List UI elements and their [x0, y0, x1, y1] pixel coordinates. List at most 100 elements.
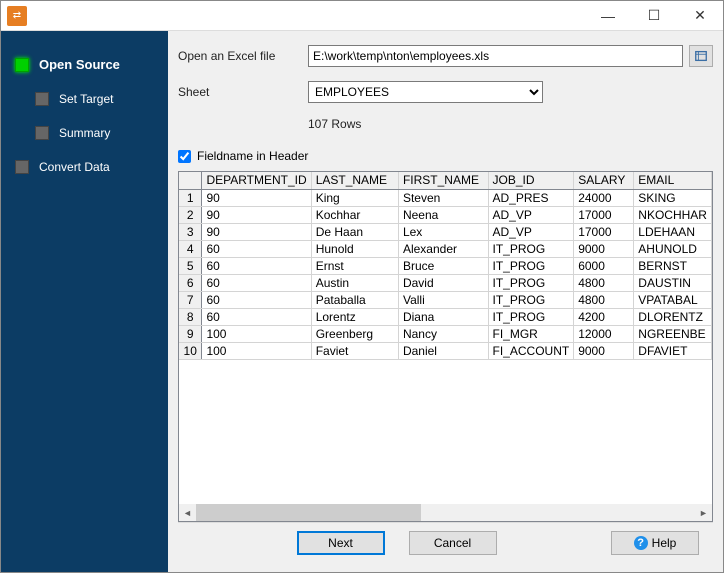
sidebar-item-convert-data[interactable]: Convert Data: [1, 154, 168, 180]
table-cell[interactable]: AD_VP: [488, 223, 574, 240]
table-cell[interactable]: Hunold: [311, 240, 398, 257]
table-row[interactable]: 390De HaanLexAD_VP17000LDEHAAN: [179, 223, 712, 240]
table-cell[interactable]: IT_PROG: [488, 291, 574, 308]
table-cell[interactable]: Kochhar: [311, 206, 398, 223]
table-cell[interactable]: Lex: [398, 223, 488, 240]
table-cell[interactable]: Nancy: [398, 325, 488, 342]
table-cell[interactable]: 24000: [574, 189, 634, 206]
table-cell[interactable]: 17000: [574, 206, 634, 223]
table-cell[interactable]: Greenberg: [311, 325, 398, 342]
table-cell[interactable]: NGREENBE: [634, 325, 712, 342]
main-panel: Open an Excel file Sheet EMPLOYEES 107 R…: [168, 31, 723, 572]
table-cell[interactable]: 6000: [574, 257, 634, 274]
table-row[interactable]: 10100FavietDanielFI_ACCOUNT9000DFAVIET: [179, 342, 712, 359]
table-cell[interactable]: DFAVIET: [634, 342, 712, 359]
table-cell[interactable]: IT_PROG: [488, 257, 574, 274]
sidebar-item-set-target[interactable]: Set Target: [21, 86, 168, 112]
table-cell[interactable]: 90: [202, 189, 311, 206]
cancel-button[interactable]: Cancel: [409, 531, 497, 555]
table-row[interactable]: 560ErnstBruceIT_PROG6000BERNST: [179, 257, 712, 274]
table-cell[interactable]: 60: [202, 257, 311, 274]
column-header[interactable]: JOB_ID: [488, 172, 574, 189]
table-cell[interactable]: Bruce: [398, 257, 488, 274]
step-indicator-icon: [35, 126, 49, 140]
sidebar-item-summary[interactable]: Summary: [21, 120, 168, 146]
sidebar-item-open-source[interactable]: Open Source: [1, 51, 168, 78]
horizontal-scrollbar[interactable]: ◄ ►: [179, 504, 712, 521]
table-cell[interactable]: Diana: [398, 308, 488, 325]
table-cell[interactable]: VPATABAL: [634, 291, 712, 308]
maximize-button[interactable]: ☐: [631, 1, 677, 31]
table-cell[interactable]: King: [311, 189, 398, 206]
table-row[interactable]: 860LorentzDianaIT_PROG4200DLORENTZ: [179, 308, 712, 325]
table-cell[interactable]: Ernst: [311, 257, 398, 274]
table-cell[interactable]: Daniel: [398, 342, 488, 359]
column-header[interactable]: LAST_NAME: [311, 172, 398, 189]
table-row[interactable]: 660AustinDavidIT_PROG4800DAUSTIN: [179, 274, 712, 291]
table-cell[interactable]: FI_ACCOUNT: [488, 342, 574, 359]
next-button[interactable]: Next: [297, 531, 385, 555]
table-cell[interactable]: AD_PRES: [488, 189, 574, 206]
table-cell[interactable]: 90: [202, 206, 311, 223]
table-cell[interactable]: SKING: [634, 189, 712, 206]
table-cell[interactable]: FI_MGR: [488, 325, 574, 342]
column-header[interactable]: FIRST_NAME: [398, 172, 488, 189]
table-cell[interactable]: 60: [202, 291, 311, 308]
table-cell[interactable]: Pataballa: [311, 291, 398, 308]
table-cell[interactable]: 4200: [574, 308, 634, 325]
file-path-input[interactable]: [308, 45, 683, 67]
column-header[interactable]: SALARY: [574, 172, 634, 189]
table-row[interactable]: 9100GreenbergNancyFI_MGR12000NGREENBE: [179, 325, 712, 342]
table-cell[interactable]: Alexander: [398, 240, 488, 257]
table-cell[interactable]: David: [398, 274, 488, 291]
table-cell[interactable]: 60: [202, 308, 311, 325]
table-cell[interactable]: Faviet: [311, 342, 398, 359]
table-cell[interactable]: Lorentz: [311, 308, 398, 325]
table-cell[interactable]: 90: [202, 223, 311, 240]
fieldname-header-option[interactable]: Fieldname in Header: [178, 149, 713, 163]
table-cell[interactable]: 4800: [574, 291, 634, 308]
column-header[interactable]: EMAIL: [634, 172, 712, 189]
table-cell[interactable]: Valli: [398, 291, 488, 308]
table-cell[interactable]: 100: [202, 325, 311, 342]
column-header[interactable]: DEPARTMENT_ID: [202, 172, 311, 189]
table-row[interactable]: 190KingStevenAD_PRES24000SKING: [179, 189, 712, 206]
fieldname-checkbox[interactable]: [178, 150, 191, 163]
scroll-right-icon[interactable]: ►: [695, 504, 712, 521]
table-cell[interactable]: 100: [202, 342, 311, 359]
table-cell[interactable]: IT_PROG: [488, 274, 574, 291]
table-cell[interactable]: Steven: [398, 189, 488, 206]
table-cell[interactable]: AD_VP: [488, 206, 574, 223]
sheet-select[interactable]: EMPLOYEES: [308, 81, 543, 103]
table-cell[interactable]: 4800: [574, 274, 634, 291]
table-cell[interactable]: 60: [202, 240, 311, 257]
browse-file-button[interactable]: [689, 45, 713, 67]
step-indicator-icon: [35, 92, 49, 106]
table-cell[interactable]: IT_PROG: [488, 240, 574, 257]
open-file-icon: [694, 49, 708, 63]
table-cell[interactable]: 60: [202, 274, 311, 291]
table-cell[interactable]: IT_PROG: [488, 308, 574, 325]
scroll-left-icon[interactable]: ◄: [179, 504, 196, 521]
table-cell[interactable]: AHUNOLD: [634, 240, 712, 257]
table-row[interactable]: 760PataballaValliIT_PROG4800VPATABAL: [179, 291, 712, 308]
table-cell[interactable]: DLORENTZ: [634, 308, 712, 325]
table-cell[interactable]: DAUSTIN: [634, 274, 712, 291]
row-count-text: 107 Rows: [308, 117, 713, 131]
close-button[interactable]: ✕: [677, 1, 723, 31]
table-cell[interactable]: NKOCHHAR: [634, 206, 712, 223]
table-cell[interactable]: Neena: [398, 206, 488, 223]
table-cell[interactable]: LDEHAAN: [634, 223, 712, 240]
help-button[interactable]: ? Help: [611, 531, 699, 555]
table-cell[interactable]: 9000: [574, 342, 634, 359]
table-cell[interactable]: 17000: [574, 223, 634, 240]
scrollbar-thumb[interactable]: [196, 504, 421, 521]
table-cell[interactable]: 12000: [574, 325, 634, 342]
table-cell[interactable]: BERNST: [634, 257, 712, 274]
table-row[interactable]: 460HunoldAlexanderIT_PROG9000AHUNOLD: [179, 240, 712, 257]
table-row[interactable]: 290KochharNeenaAD_VP17000NKOCHHAR: [179, 206, 712, 223]
table-cell[interactable]: 9000: [574, 240, 634, 257]
table-cell[interactable]: De Haan: [311, 223, 398, 240]
minimize-button[interactable]: —: [585, 1, 631, 31]
table-cell[interactable]: Austin: [311, 274, 398, 291]
